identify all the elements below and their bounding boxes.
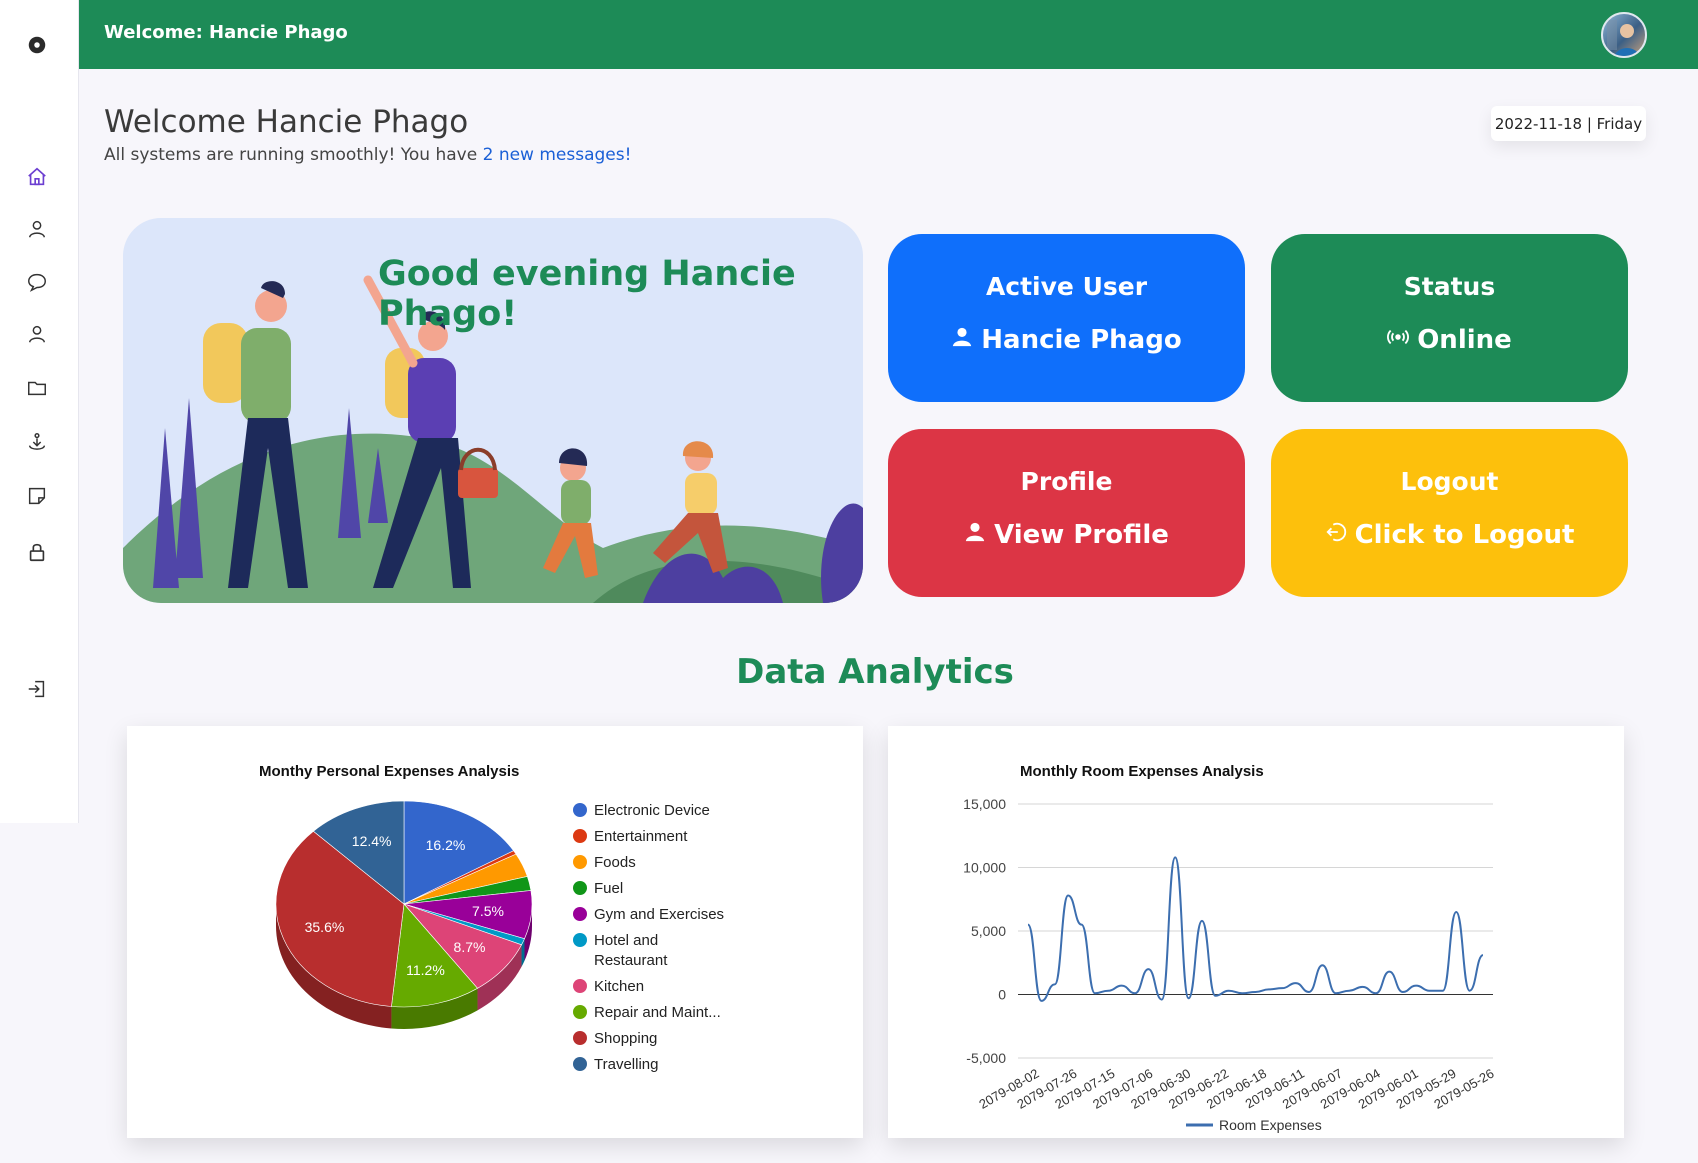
avatar[interactable] bbox=[1601, 12, 1647, 58]
pie-data-label: 16.2% bbox=[426, 837, 466, 853]
legend-swatch bbox=[573, 979, 587, 993]
user-icon[interactable] bbox=[25, 217, 49, 241]
pie-data-label: 12.4% bbox=[352, 833, 392, 849]
status-text: Online bbox=[1417, 325, 1512, 355]
sidebar bbox=[0, 0, 79, 823]
pie-legend: Electronic Device Entertainment Foods Fuel G… bbox=[573, 801, 743, 1081]
person-icon[interactable] bbox=[25, 322, 49, 346]
line-chart: 15,00010,0005,0000-5,0002079-08-022079-0… bbox=[963, 796, 1496, 1133]
legend-label: Hotel and Restaurant bbox=[594, 932, 668, 969]
navbar-welcome-text: Welcome: Hancie Phago bbox=[104, 22, 348, 43]
status-value: Online bbox=[1271, 325, 1628, 355]
legend-swatch bbox=[573, 933, 587, 947]
profile-card[interactable]: Profile View Profile bbox=[888, 429, 1245, 597]
upload-icon[interactable] bbox=[25, 430, 49, 454]
legend-label: Shopping bbox=[594, 1030, 658, 1047]
lock-icon[interactable] bbox=[25, 540, 49, 564]
y-tick-label: 15,000 bbox=[963, 796, 1006, 812]
legend-label: Gym and Exercises bbox=[594, 906, 725, 923]
status-card[interactable]: Status Online bbox=[1271, 234, 1628, 402]
person-icon bbox=[951, 325, 973, 355]
legend-item[interactable]: Fuel bbox=[573, 879, 743, 899]
room-expenses-line[interactable] bbox=[1027, 856, 1484, 1002]
logout-title: Logout bbox=[1400, 467, 1499, 496]
room-expenses-panel: Monthly Room Expenses Analysis 15,000 10,… bbox=[888, 726, 1624, 1138]
legend-item[interactable]: Travelling bbox=[573, 1055, 743, 1075]
legend-item[interactable]: Shopping bbox=[573, 1029, 743, 1049]
legend-swatch bbox=[573, 803, 587, 817]
chat-icon[interactable] bbox=[25, 270, 49, 294]
legend-swatch bbox=[573, 1057, 587, 1071]
y-tick-label: -5,000 bbox=[966, 1050, 1006, 1066]
broadcast-icon bbox=[1387, 325, 1410, 355]
legend-label: Foods bbox=[594, 854, 636, 871]
greeting-text: Good evening Hancie Phago! bbox=[378, 254, 796, 334]
legend-swatch bbox=[573, 1005, 587, 1019]
active-user-value: Hancie Phago bbox=[888, 325, 1245, 355]
profile-value: View Profile bbox=[888, 520, 1245, 550]
legend-swatch bbox=[573, 829, 587, 843]
dashboard-logo-icon[interactable] bbox=[25, 33, 49, 57]
status-title: Status bbox=[1403, 272, 1496, 301]
legend-label: Fuel bbox=[594, 880, 624, 897]
line-legend-label: Room Expenses bbox=[1219, 1117, 1322, 1133]
logout-arrow-icon bbox=[1325, 520, 1347, 550]
legend-label: Entertainment bbox=[594, 828, 688, 845]
legend-swatch bbox=[573, 907, 587, 921]
active-user-card[interactable]: Active User Hancie Phago bbox=[888, 234, 1245, 402]
logout-value: Click to Logout bbox=[1271, 520, 1628, 550]
legend-swatch bbox=[573, 1031, 587, 1045]
legend-swatch bbox=[573, 881, 587, 895]
click-to-logout-label: Click to Logout bbox=[1354, 520, 1575, 550]
view-profile-label: View Profile bbox=[994, 520, 1169, 550]
page-title: Welcome Hancie Phago bbox=[104, 104, 469, 140]
folder-icon[interactable] bbox=[25, 376, 49, 400]
date-badge: 2022-11-18 | Friday bbox=[1491, 106, 1646, 141]
new-messages-link[interactable]: 2 new messages! bbox=[483, 145, 632, 165]
pie-chart: 16.2% 7.5% 8.7% 11.2% 35.6% 12.4% bbox=[275, 800, 533, 1029]
pie-data-label: 11.2% bbox=[406, 962, 445, 978]
y-tick-label: 5,000 bbox=[971, 923, 1006, 939]
legend-swatch bbox=[573, 855, 587, 869]
legend-label: Electronic Device bbox=[594, 802, 710, 819]
person-icon bbox=[964, 520, 986, 550]
status-message-text: All systems are running smoothly! You ha… bbox=[104, 145, 483, 165]
legend-item[interactable]: Entertainment bbox=[573, 827, 743, 847]
legend-item[interactable]: Gym and Exercises bbox=[573, 905, 743, 925]
legend-item[interactable]: Electronic Device bbox=[573, 801, 743, 821]
legend-label: Repair and Maint... bbox=[594, 1004, 721, 1021]
pie-data-label: 8.7% bbox=[454, 939, 486, 955]
legend-item[interactable]: Hotel and Restaurant bbox=[573, 931, 743, 971]
note-icon[interactable] bbox=[25, 484, 49, 508]
legend-label: Kitchen bbox=[594, 978, 645, 995]
active-user-title: Active User bbox=[985, 272, 1148, 301]
legend-label: Travelling bbox=[594, 1056, 659, 1073]
legend-item[interactable]: Repair and Maint... bbox=[573, 1003, 743, 1023]
logout-card[interactable]: Logout Click to Logout bbox=[1271, 429, 1628, 597]
legend-item[interactable]: Foods bbox=[573, 853, 743, 873]
section-title: Data Analytics bbox=[736, 652, 1014, 692]
top-navbar: Welcome: Hancie Phago bbox=[79, 0, 1698, 69]
y-tick-label: 10,000 bbox=[963, 860, 1006, 876]
y-tick-label: 0 bbox=[998, 987, 1006, 1003]
active-user-name: Hancie Phago bbox=[981, 325, 1182, 355]
status-message: All systems are running smoothly! You ha… bbox=[104, 145, 631, 165]
home-icon[interactable] bbox=[25, 165, 49, 189]
legend-item[interactable]: Kitchen bbox=[573, 977, 743, 997]
pie-data-label: 35.6% bbox=[305, 919, 345, 935]
profile-title: Profile bbox=[1020, 467, 1113, 496]
hero-banner: Good evening Hancie Phago! bbox=[123, 218, 863, 603]
personal-expenses-panel: Monthy Personal Expenses Analysis 16.2% 7… bbox=[127, 726, 863, 1138]
pie-data-label: 7.5% bbox=[472, 903, 504, 919]
